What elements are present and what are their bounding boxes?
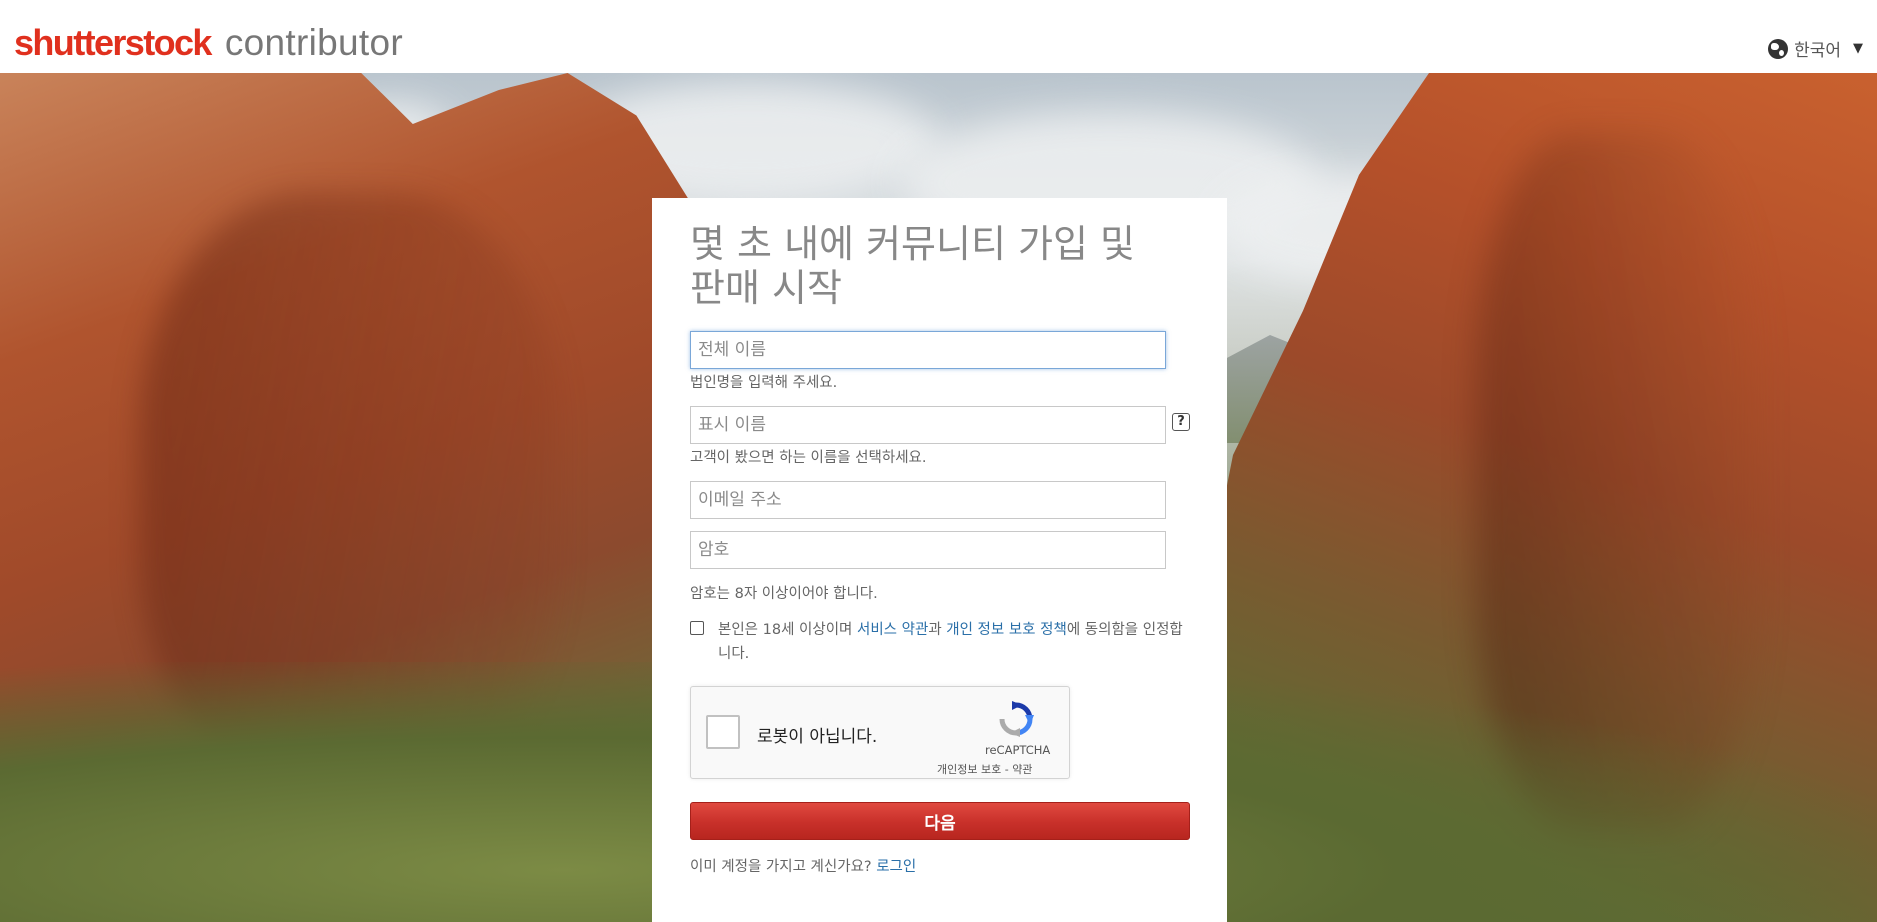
recaptcha-links: 개인정보 보호 - 약관 (937, 763, 1033, 776)
logo-subtitle: contributor (224, 22, 403, 63)
privacy-policy-link[interactable]: 개인 정보 보호 정책 (946, 622, 1067, 638)
login-link[interactable]: 로그인 (876, 859, 916, 875)
language-selector[interactable]: 한국어 ▼ (1768, 36, 1863, 61)
display-name-help-icon[interactable]: ? (1172, 413, 1190, 431)
terms-of-service-link[interactable]: 서비스 약관 (857, 622, 928, 638)
display-name-hint: 고객이 봤으면 하는 이름을 선택하세요. (690, 450, 927, 466)
login-prompt: 이미 계정을 가지고 계신가요? 로그인 (690, 859, 917, 875)
logo-wordmark: shutterstock (14, 22, 212, 63)
password-input[interactable] (690, 531, 1166, 569)
caret-down-icon: ▼ (1853, 41, 1863, 56)
recaptcha-brand: reCAPTCHA (985, 743, 1051, 757)
top-header: shutterstock contributor 한국어 ▼ (0, 0, 1877, 73)
next-button[interactable]: 다음 (690, 802, 1190, 840)
signup-form-card: 몇 초 내에 커뮤니티 가입 및 판매 시작 법인명을 입력해 주세요. ? 고… (652, 198, 1227, 922)
globe-icon (1768, 38, 1789, 59)
terms-agreement-text: 본인은 18세 이상이며 서비스 약관과 개인 정보 보호 정책에 동의함을 인… (718, 622, 1183, 662)
terms-agreement: 본인은 18세 이상이며 서비스 약관과 개인 정보 보호 정책에 동의함을 인… (690, 618, 1190, 666)
shutterstock-contributor-logo[interactable]: shutterstock contributor (14, 22, 403, 66)
terms-checkbox[interactable] (690, 621, 704, 635)
full-name-hint: 법인명을 입력해 주세요. (690, 375, 838, 391)
recaptcha-widget: 로봇이 아닙니다. reCAPTCHA 개인정보 보호 - 약관 (690, 686, 1070, 779)
recaptcha-checkbox[interactable] (706, 715, 740, 749)
recaptcha-label: 로봇이 아닙니다. (757, 727, 878, 747)
recaptcha-privacy-link[interactable]: 개인정보 보호 (937, 763, 1001, 776)
password-hint: 암호는 8자 이상이어야 합니다. (690, 586, 878, 602)
email-input[interactable] (690, 481, 1166, 519)
recaptcha-logo-icon (999, 701, 1034, 737)
language-label: 한국어 (1794, 41, 1841, 61)
recaptcha-terms-link[interactable]: 약관 (1012, 763, 1032, 776)
full-name-input[interactable] (690, 331, 1166, 369)
display-name-input[interactable] (690, 406, 1166, 444)
form-title: 몇 초 내에 커뮤니티 가입 및 판매 시작 (690, 222, 1135, 310)
